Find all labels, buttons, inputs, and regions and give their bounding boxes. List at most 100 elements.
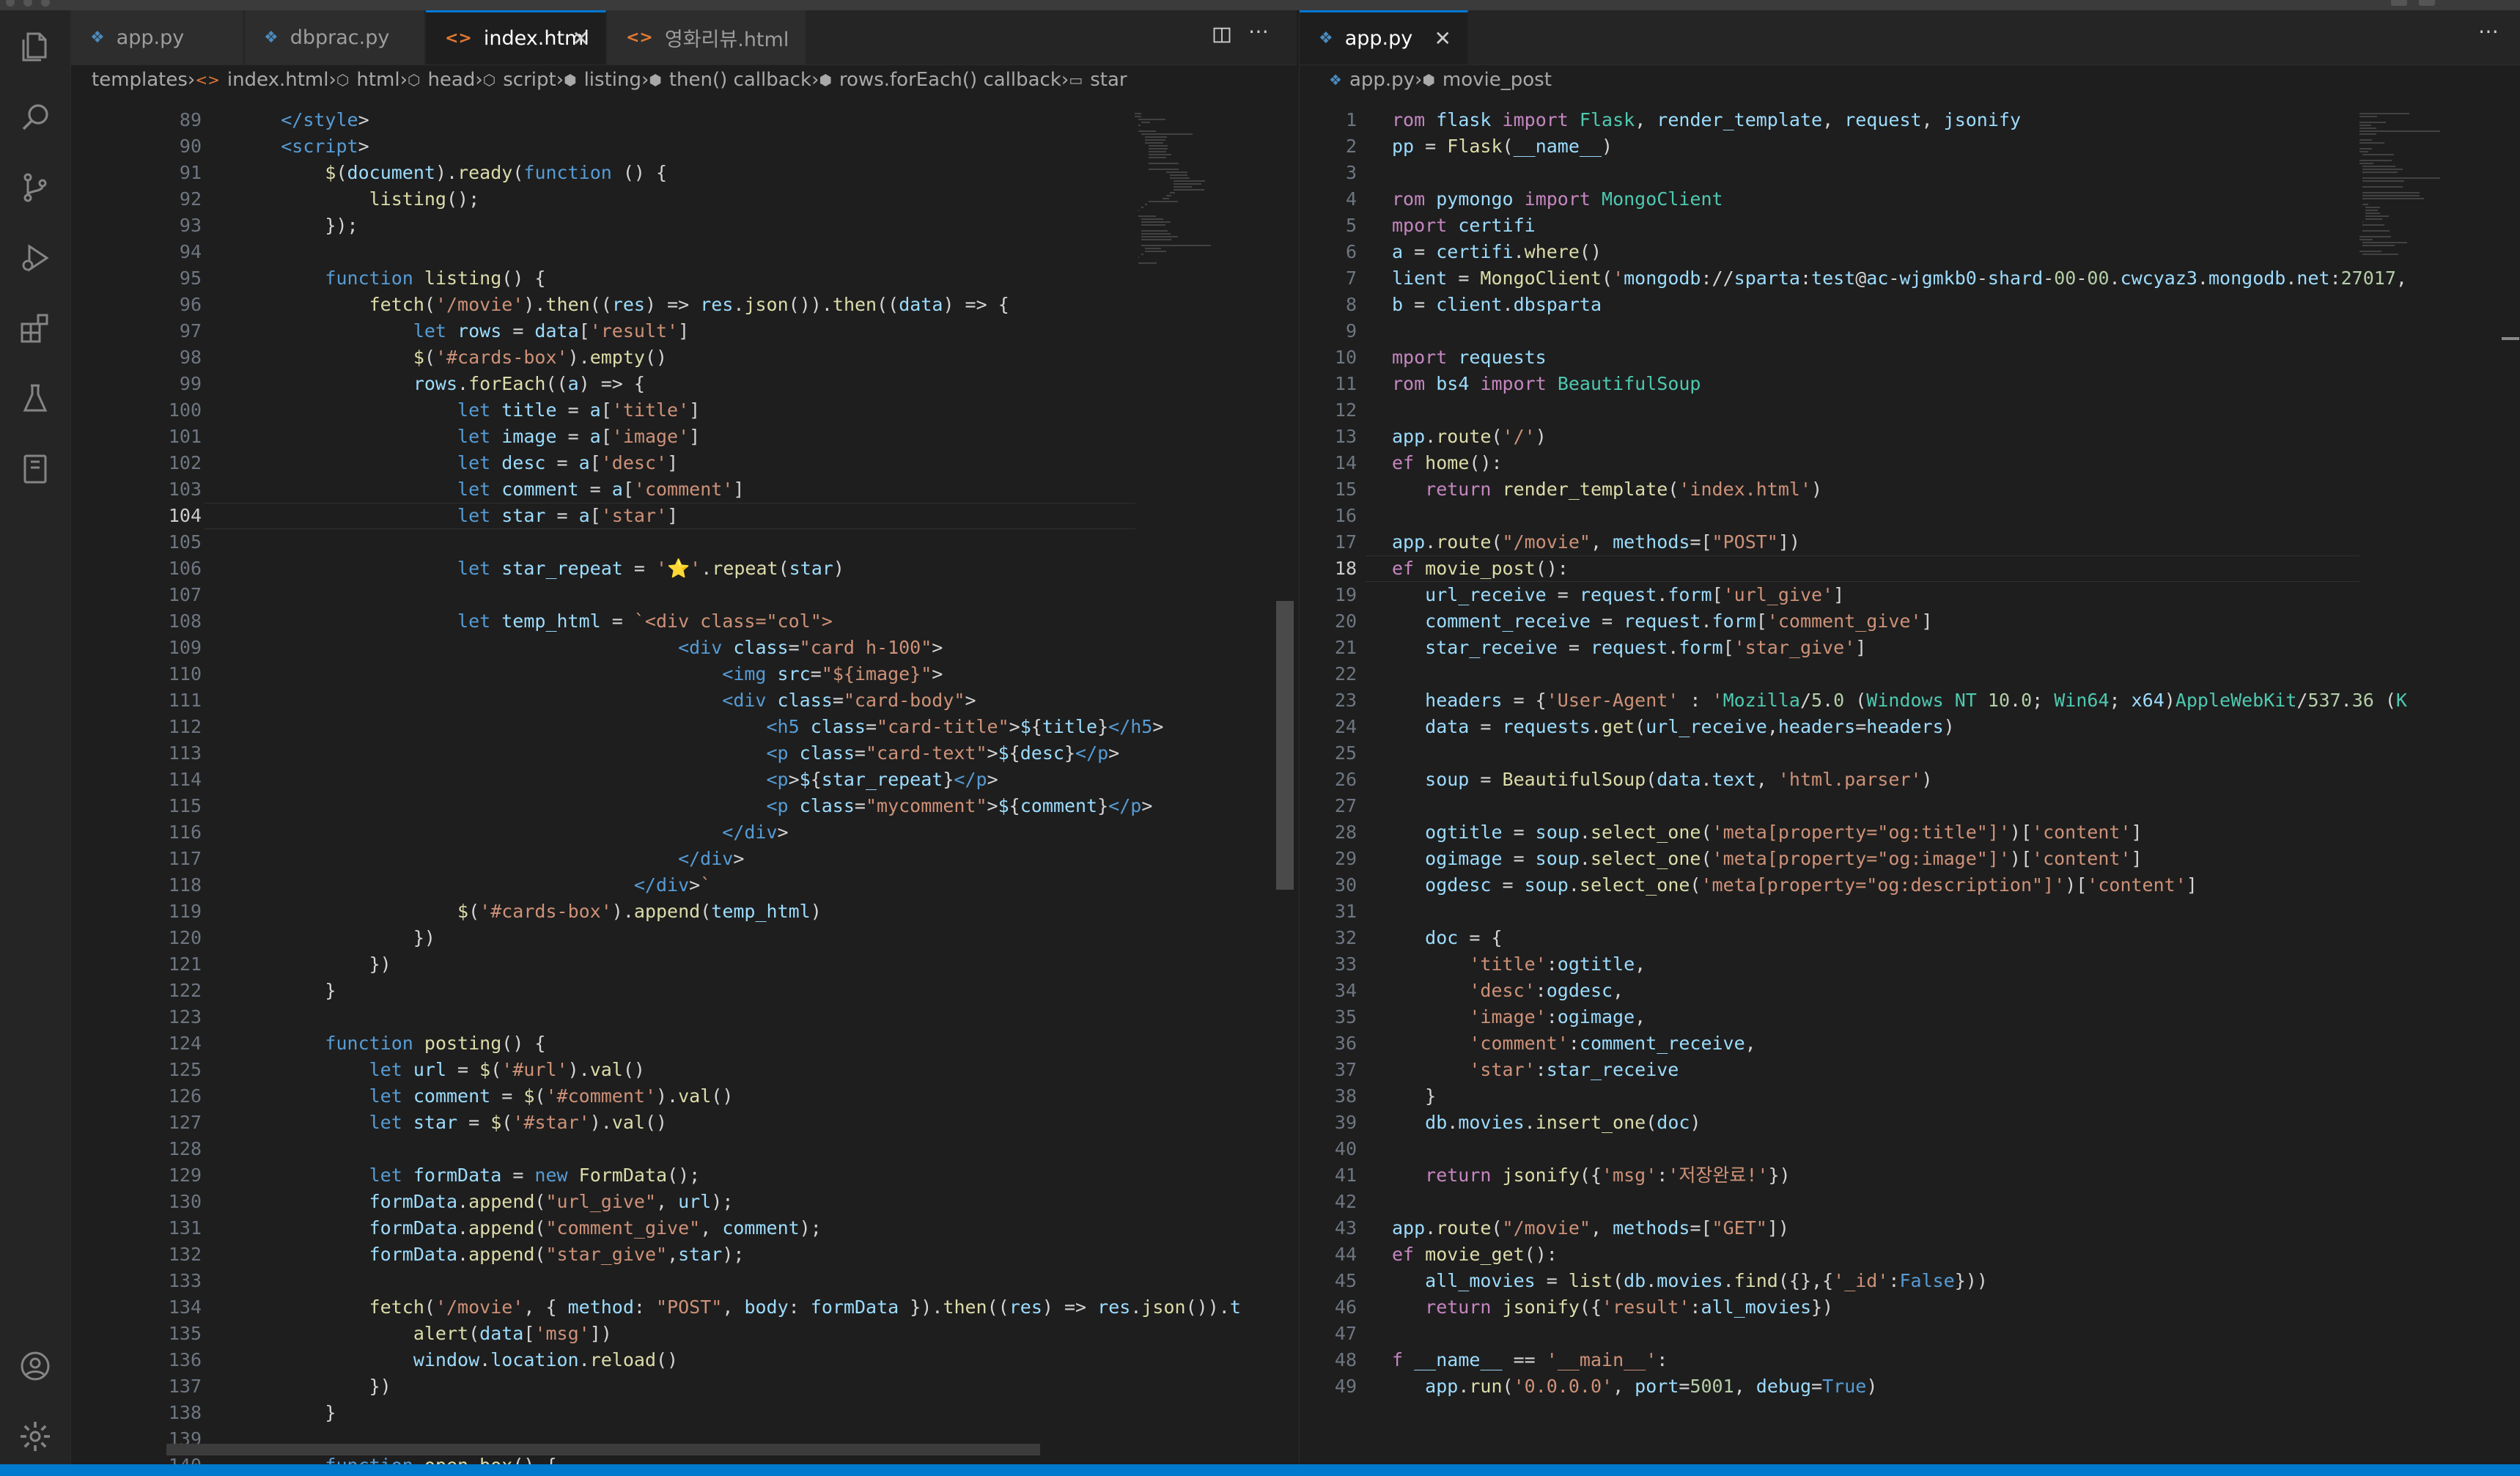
tab-app-py-right[interactable]: ❖ app.py ✕: [1300, 10, 1468, 64]
code-line[interactable]: 105: [71, 529, 1297, 556]
testing-icon[interactable]: [15, 378, 56, 419]
code-line[interactable]: 21 star_receive = request.form['star_giv…: [1300, 635, 2520, 661]
code-line[interactable]: 114 <p>${star_repeat}</p>: [71, 767, 1297, 793]
more-actions-icon[interactable]: ⋯: [1248, 19, 1269, 43]
code-line[interactable]: 117 </div>: [71, 846, 1297, 872]
code-line[interactable]: 29 ogimage = soup.select_one('meta[prope…: [1300, 846, 2520, 872]
tab-movie-review-html[interactable]: <> 영화리뷰.html: [607, 10, 806, 64]
vertical-scrollbar-right[interactable]: [2500, 107, 2520, 1464]
code-line[interactable]: 10 mport requests: [1300, 344, 2520, 371]
code-line[interactable]: 101 let image = a['image']: [71, 424, 1297, 450]
more-actions-icon[interactable]: ⋯: [2478, 19, 2499, 43]
close-tab-icon[interactable]: ✕: [572, 26, 589, 51]
layout-panel-icon[interactable]: [2419, 0, 2435, 6]
code-line[interactable]: 119 $('#cards-box').append(temp_html): [71, 898, 1297, 925]
breadcrumb-item[interactable]: ⬢ then() callback: [649, 69, 811, 91]
breadcrumb-item[interactable]: ⬢ listing: [564, 69, 641, 91]
code-line[interactable]: 22: [1300, 661, 2520, 687]
code-line[interactable]: 108 let temp_html = `<div class="col">: [71, 608, 1297, 635]
code-line[interactable]: 133: [71, 1268, 1297, 1294]
breadcrumb-item[interactable]: ⬡ head: [408, 69, 475, 91]
code-line[interactable]: 103 let comment = a['comment']: [71, 476, 1297, 503]
code-line[interactable]: 91 $(document).ready(function () {: [71, 160, 1297, 186]
breadcrumb-item[interactable]: ⬡ html: [336, 69, 400, 91]
account-icon[interactable]: [15, 1346, 56, 1387]
run-debug-icon[interactable]: [15, 237, 56, 278]
code-line[interactable]: 37 'star':star_receive: [1300, 1057, 2520, 1083]
code-line[interactable]: 107: [71, 582, 1297, 608]
code-line[interactable]: 98 $('#cards-box').empty(): [71, 344, 1297, 371]
code-line[interactable]: 14 ef home():: [1300, 450, 2520, 476]
code-line[interactable]: 12: [1300, 397, 2520, 424]
minimap-right[interactable]: [2359, 107, 2499, 1464]
code-line[interactable]: 9: [1300, 318, 2520, 344]
source-control-icon[interactable]: [15, 167, 56, 208]
code-line[interactable]: 32 doc = {: [1300, 925, 2520, 951]
code-line[interactable]: 99 rows.forEach((a) => {: [71, 371, 1297, 397]
minimap-left[interactable]: [1131, 107, 1270, 1464]
breadcrumb-item[interactable]: ▭ star: [1069, 69, 1127, 91]
code-line[interactable]: 123: [71, 1004, 1297, 1030]
code-line[interactable]: 124 function posting() {: [71, 1030, 1297, 1057]
code-line[interactable]: 43 app.route("/movie", methods=["GET"]): [1300, 1215, 2520, 1241]
code-line[interactable]: 45 all_movies = list(db.movies.find({},{…: [1300, 1268, 2520, 1294]
remote-explorer-icon[interactable]: [15, 449, 56, 490]
code-line[interactable]: 15 return render_template('index.html'): [1300, 476, 2520, 503]
breadcrumb-item[interactable]: ⬢ movie_post: [1422, 69, 1551, 91]
code-line[interactable]: 100 let title = a['title']: [71, 397, 1297, 424]
code-line[interactable]: 94: [71, 239, 1297, 265]
code-line[interactable]: 26 soup = BeautifulSoup(data.text, 'html…: [1300, 767, 2520, 793]
code-line[interactable]: 109 <div class="card h-100">: [71, 635, 1297, 661]
code-line[interactable]: 49 app.run('0.0.0.0', port=5001, debug=T…: [1300, 1373, 2520, 1400]
code-line[interactable]: 7 lient = MongoClient('mongodb://sparta:t…: [1300, 265, 2520, 292]
code-line[interactable]: 127 let star = $('#star').val(): [71, 1110, 1297, 1136]
code-line[interactable]: 137 }): [71, 1373, 1297, 1400]
code-line[interactable]: 125 let url = $('#url').val(): [71, 1057, 1297, 1083]
code-line[interactable]: 118 </div>`: [71, 872, 1297, 898]
horizontal-scrollbar-left[interactable]: [166, 1444, 1040, 1455]
code-line[interactable]: 25: [1300, 740, 2520, 767]
code-line[interactable]: 17 app.route("/movie", methods=["POST"]): [1300, 529, 2520, 556]
code-line[interactable]: 19 url_receive = request.form['url_give'…: [1300, 582, 2520, 608]
code-line[interactable]: 36 'comment':comment_receive,: [1300, 1030, 2520, 1057]
code-line[interactable]: 112 <h5 class="card-title">${title}</h5>: [71, 714, 1297, 740]
code-line[interactable]: 90 <script>: [71, 133, 1297, 160]
code-line[interactable]: 116 </div>: [71, 819, 1297, 846]
code-line[interactable]: 128: [71, 1136, 1297, 1162]
code-line[interactable]: 33 'title':ogtitle,: [1300, 951, 2520, 978]
code-line[interactable]: 97 let rows = data['result']: [71, 318, 1297, 344]
maximize-window-icon[interactable]: [41, 0, 50, 7]
code-line[interactable]: 48 f __name__ == '__main__':: [1300, 1347, 2520, 1373]
code-line[interactable]: 28 ogtitle = soup.select_one('meta[prope…: [1300, 819, 2520, 846]
code-editor-right[interactable]: 1 rom flask import Flask, render_template…: [1300, 107, 2520, 1464]
code-line[interactable]: 23 headers = {'User-Agent' : 'Mozilla/5.…: [1300, 687, 2520, 714]
close-window-icon[interactable]: [6, 0, 15, 7]
code-line[interactable]: 102 let desc = a['desc']: [71, 450, 1297, 476]
minimize-window-icon[interactable]: [23, 0, 32, 7]
code-line[interactable]: 16: [1300, 503, 2520, 529]
code-line[interactable]: 40: [1300, 1136, 2520, 1162]
code-line[interactable]: 8 b = client.dbsparta: [1300, 292, 2520, 318]
code-line[interactable]: 1 rom flask import Flask, render_template…: [1300, 107, 2520, 133]
breadcrumb-item[interactable]: ⬡ script: [483, 69, 556, 91]
tab-index-html[interactable]: <> index.html ✕: [426, 10, 606, 64]
code-line[interactable]: 24 data = requests.get(url_receive,heade…: [1300, 714, 2520, 740]
code-line[interactable]: 4 rom pymongo import MongoClient: [1300, 186, 2520, 213]
code-line[interactable]: 134 fetch('/movie', { method: "POST", bo…: [71, 1294, 1297, 1321]
tab-app-py[interactable]: ❖ app.py: [71, 10, 244, 64]
code-line[interactable]: 27: [1300, 793, 2520, 819]
code-line[interactable]: 138 }: [71, 1400, 1297, 1426]
code-line[interactable]: 115 <p class="mycomment">${comment}</p>: [71, 793, 1297, 819]
code-line[interactable]: 89 </style>: [71, 107, 1297, 133]
code-line[interactable]: 92 listing();: [71, 186, 1297, 213]
breadcrumb-item[interactable]: ❖ app.py: [1329, 69, 1415, 91]
tab-dbprac-py[interactable]: ❖ dbprac.py: [245, 10, 425, 64]
code-line[interactable]: 121 }): [71, 951, 1297, 978]
code-line[interactable]: 136 window.location.reload(): [71, 1347, 1297, 1373]
code-line[interactable]: 41 return jsonify({'msg':'저장완료!'}): [1300, 1162, 2520, 1189]
code-line[interactable]: 126 let comment = $('#comment').val(): [71, 1083, 1297, 1110]
code-line[interactable]: 129 let formData = new FormData();: [71, 1162, 1297, 1189]
code-line[interactable]: 113 <p class="card-text">${desc}</p>: [71, 740, 1297, 767]
code-line[interactable]: 106 let star_repeat = '⭐'.repeat(star): [71, 556, 1297, 582]
breadcrumb-item[interactable]: <> index.html: [195, 69, 328, 91]
